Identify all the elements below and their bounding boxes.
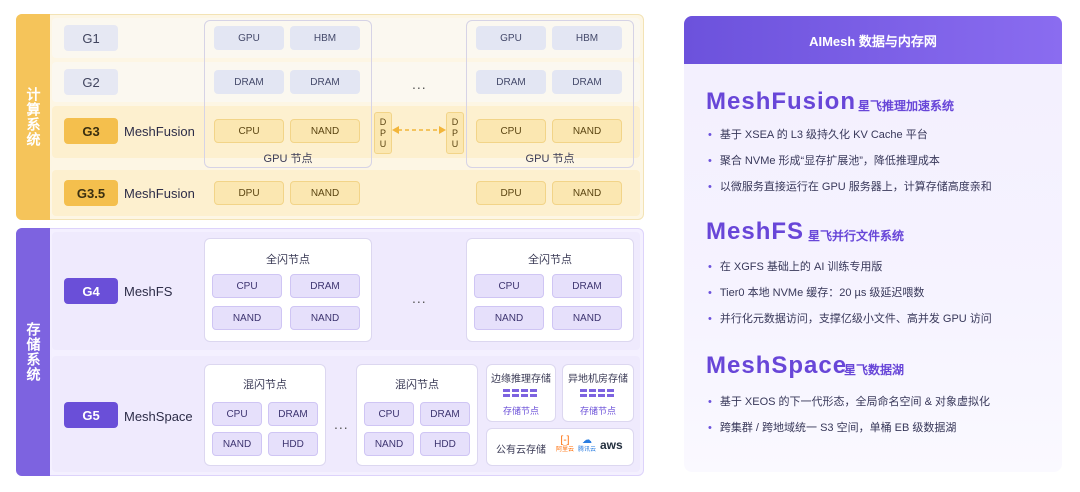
hdd-chip: HDD bbox=[268, 432, 318, 456]
dram-chip: DRAM bbox=[552, 70, 622, 94]
gpu-chip: GPU bbox=[214, 26, 284, 50]
g35-name: MeshFusion bbox=[124, 186, 195, 201]
meshfusion-subtitle: 星飞推理加速系统 bbox=[858, 99, 955, 113]
ellipsis: ... bbox=[334, 416, 349, 432]
dram-chip: DRAM bbox=[290, 70, 360, 94]
alibaba-cloud-label: 阿里云 bbox=[556, 447, 575, 453]
bullet-item: 基于 XEOS 的下一代形态，全局命名空间 & 对象虚拟化 bbox=[708, 393, 990, 409]
g4-badge: G4 bbox=[64, 278, 118, 304]
hbm-chip: HBM bbox=[290, 26, 360, 50]
bullet-item: 在 XGFS 基础上的 AI 训练专用版 bbox=[708, 258, 883, 274]
nand-chip: NAND bbox=[212, 432, 262, 456]
storage-system-label: 存储系统 bbox=[16, 228, 50, 476]
cpu-chip: CPU bbox=[476, 119, 546, 143]
meshspace-brand: MeshSpace bbox=[706, 352, 848, 379]
nand-chip: NAND bbox=[552, 306, 622, 330]
nand-chip: NAND bbox=[552, 119, 622, 143]
g5-badge: G5 bbox=[64, 402, 118, 428]
meshspace-subtitle: 星飞数据湖 bbox=[844, 363, 905, 377]
dpu-block-right: D P U bbox=[446, 112, 464, 154]
edge-storage-title: 边缘推理存储 bbox=[491, 374, 551, 385]
dram-chip: DRAM bbox=[214, 70, 284, 94]
bullet-item: 以微服务直接运行在 GPU 服务器上，计算存储高度亲和 bbox=[708, 178, 992, 194]
g5-name: MeshSpace bbox=[124, 409, 193, 424]
dpu-letter: P bbox=[379, 127, 386, 138]
gpu-chip: GPU bbox=[476, 26, 546, 50]
offsite-storage-title: 异地机房存储 bbox=[568, 374, 628, 385]
dram-chip: DRAM bbox=[476, 70, 546, 94]
bullet-item: 聚合 NVMe 形成“显存扩展池”，降低推理成本 bbox=[708, 152, 940, 168]
meshfs-brand: MeshFS bbox=[706, 218, 805, 245]
aws-logo: aws bbox=[600, 438, 623, 452]
cpu-chip: CPU bbox=[212, 274, 282, 298]
g35-badge: G3.5 bbox=[64, 180, 118, 206]
storage-disks-icon bbox=[503, 389, 537, 397]
nand-chip: NAND bbox=[552, 181, 622, 205]
cpu-chip: CPU bbox=[364, 402, 414, 426]
meshfusion-brand: MeshFusion bbox=[706, 88, 857, 115]
g4-name: MeshFS bbox=[124, 284, 173, 299]
flash-node-title: 全闪节点 bbox=[528, 254, 572, 266]
gpu-node-title: GPU 节点 bbox=[263, 153, 313, 165]
panel-header: AIMesh 数据与内存网 bbox=[684, 16, 1062, 64]
cpu-chip: CPU bbox=[474, 274, 544, 298]
meshfs-subtitle: 星飞并行文件系统 bbox=[808, 229, 905, 243]
dram-chip: DRAM bbox=[290, 274, 360, 298]
dpu-chip: DPU bbox=[214, 181, 284, 205]
g1-badge: G1 bbox=[64, 25, 118, 51]
tencent-cloud-label: 腾讯云 bbox=[578, 447, 597, 453]
hybrid-node-title: 混闪节点 bbox=[395, 379, 439, 391]
gpu-node-title: GPU 节点 bbox=[525, 153, 575, 165]
dpu-letter: U bbox=[451, 138, 459, 149]
dram-chip: DRAM bbox=[268, 402, 318, 426]
nand-chip: NAND bbox=[290, 306, 360, 330]
bullet-item: 基于 XSEA 的 L3 级持久化 KV Cache 平台 bbox=[708, 126, 928, 142]
tencent-cloud-logo: ☁ 腾讯云 bbox=[578, 435, 597, 454]
dram-chip: DRAM bbox=[420, 402, 470, 426]
nand-chip: NAND bbox=[290, 181, 360, 205]
ellipsis: ... bbox=[412, 290, 427, 306]
bullet-item: 并行化元数据访问，支撑亿级小文件、高并发 GPU 访问 bbox=[708, 310, 992, 326]
g3-badge: G3 bbox=[64, 118, 118, 144]
dpu-letter: D bbox=[379, 116, 387, 127]
cpu-chip: CPU bbox=[212, 402, 262, 426]
hybrid-node-title: 混闪节点 bbox=[243, 379, 287, 391]
dram-chip: DRAM bbox=[552, 274, 622, 298]
dpu-chip: DPU bbox=[476, 181, 546, 205]
hbm-chip: HBM bbox=[552, 26, 622, 50]
bullet-item: 跨集群 / 跨地域统一 S3 空间，单桶 EB 级数据湖 bbox=[708, 419, 957, 435]
nand-chip: NAND bbox=[212, 306, 282, 330]
dpu-block-left: D P U bbox=[374, 112, 392, 154]
dpu-link-arrow bbox=[392, 126, 446, 134]
g3-name: MeshFusion bbox=[124, 124, 195, 139]
dpu-letter: U bbox=[379, 138, 387, 149]
dpu-letter: P bbox=[451, 127, 458, 138]
flash-node-title: 全闪节点 bbox=[266, 254, 310, 266]
public-cloud-title: 公有云存储 bbox=[496, 445, 546, 456]
compute-system-label: 计算系统 bbox=[16, 14, 50, 220]
g2-badge: G2 bbox=[64, 69, 118, 95]
offsite-storage-node: 存储节点 bbox=[579, 406, 616, 416]
cpu-chip: CPU bbox=[214, 119, 284, 143]
ellipsis: ... bbox=[412, 76, 427, 92]
edge-storage-node: 存储节点 bbox=[502, 406, 539, 416]
nand-chip: NAND bbox=[290, 119, 360, 143]
dpu-letter: D bbox=[451, 116, 459, 127]
bullet-item: Tier0 本地 NVMe 缓存：20 µs 级延迟喂数 bbox=[708, 284, 925, 300]
nand-chip: NAND bbox=[364, 432, 414, 456]
storage-disks-icon bbox=[580, 389, 614, 397]
alibaba-cloud-logo: [-] 阿里云 bbox=[556, 435, 575, 454]
hdd-chip: HDD bbox=[420, 432, 470, 456]
nand-chip: NAND bbox=[474, 306, 544, 330]
